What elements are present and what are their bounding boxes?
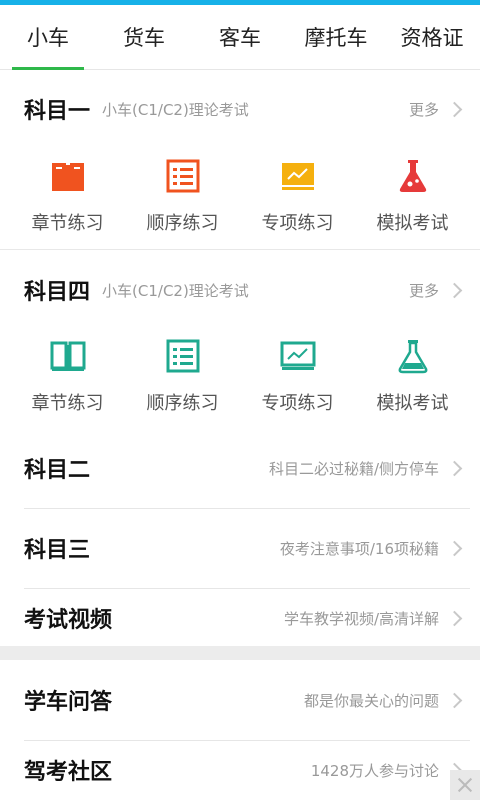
subject4-subtitle: 小车(C1/C2)理论考试 xyxy=(102,281,249,300)
subject1-chapter-practice[interactable]: 章节练习 xyxy=(10,157,125,235)
subject1-mock-exam[interactable]: 模拟考试 xyxy=(355,157,470,235)
more-label: 更多 xyxy=(408,100,439,119)
chart-board-icon xyxy=(280,341,315,370)
tab-motorcycle[interactable]: 摩托车 xyxy=(288,5,384,69)
row-subject2[interactable]: 科目二 科目二必过秘籍/侧方停车 xyxy=(24,428,463,508)
row-title: 科目三 xyxy=(24,538,91,563)
tab-label: 资格证 xyxy=(400,26,464,50)
item-label: 顺序练习 xyxy=(146,393,219,414)
list-icon xyxy=(166,159,199,193)
row-title: 考试视频 xyxy=(24,608,113,633)
row-title: 驾考社区 xyxy=(24,760,113,785)
chevron-right-icon xyxy=(446,282,463,298)
row-desc: 1428万人参与讨论 xyxy=(310,761,439,780)
subject4-grid: 章节练习 顺序练习 专项练习 模拟考试 xyxy=(10,337,470,415)
tab-label: 货车 xyxy=(123,26,165,50)
row-desc: 都是你最关心的问题 xyxy=(303,691,439,710)
subject4-title: 科目四 xyxy=(24,280,91,305)
flask-icon xyxy=(398,340,427,374)
subject4-header: 科目四 小车(C1/C2)理论考试 更多 xyxy=(24,270,463,310)
item-label: 章节练习 xyxy=(31,213,104,234)
item-label: 顺序练习 xyxy=(146,213,219,234)
subject1-subtitle: 小车(C1/C2)理论考试 xyxy=(102,100,249,119)
section-gap xyxy=(0,646,480,660)
book-icon xyxy=(50,341,85,371)
subject1-more-link[interactable]: 更多 xyxy=(408,99,463,120)
flask-icon xyxy=(399,160,426,192)
tab-label: 客车 xyxy=(219,26,261,50)
chevron-right-icon xyxy=(446,540,463,556)
item-label: 模拟考试 xyxy=(376,213,449,234)
section-divider xyxy=(0,249,480,250)
tab-label: 摩托车 xyxy=(304,26,368,50)
subject4-more-link[interactable]: 更多 xyxy=(408,280,463,301)
row-title: 科目二 xyxy=(24,458,91,483)
row-title: 学车问答 xyxy=(24,690,113,715)
item-label: 专项练习 xyxy=(261,393,334,414)
item-label: 专项练习 xyxy=(261,213,334,234)
tab-car[interactable]: 小车 xyxy=(0,5,96,70)
chevron-right-icon xyxy=(446,610,463,626)
tab-bus[interactable]: 客车 xyxy=(192,5,288,69)
subject1-special-practice[interactable]: 专项练习 xyxy=(240,157,355,235)
subject1-header: 科目一 小车(C1/C2)理论考试 更多 xyxy=(24,89,463,129)
item-label: 模拟考试 xyxy=(376,393,449,414)
item-label: 章节练习 xyxy=(31,393,104,414)
row-subject3[interactable]: 科目三 夜考注意事项/16项秘籍 xyxy=(24,508,463,588)
tab-truck[interactable]: 货车 xyxy=(96,5,192,69)
vehicle-tabs: 小车 货车 客车 摩托车 资格证 xyxy=(0,5,480,70)
tab-label: 小车 xyxy=(27,26,69,50)
subject4-special-practice[interactable]: 专项练习 xyxy=(240,337,355,415)
row-desc: 学车教学视频/高清详解 xyxy=(283,609,439,628)
row-community[interactable]: 驾考社区 1428万人参与讨论 xyxy=(24,740,463,800)
list-icon xyxy=(166,339,199,373)
close-icon[interactable] xyxy=(450,770,480,800)
active-tab-indicator xyxy=(12,67,84,70)
subject4-sequential-practice[interactable]: 顺序练习 xyxy=(125,337,240,415)
more-label: 更多 xyxy=(408,281,439,300)
row-exam-video[interactable]: 考试视频 学车教学视频/高清详解 xyxy=(24,588,463,648)
subject1-grid: 章节练习 顺序练习 专项练习 模拟考试 xyxy=(10,157,470,235)
chevron-right-icon xyxy=(446,460,463,476)
tab-qualification[interactable]: 资格证 xyxy=(384,5,480,69)
subject4-mock-exam[interactable]: 模拟考试 xyxy=(355,337,470,415)
book-icon xyxy=(51,163,84,191)
chevron-right-icon xyxy=(446,692,463,708)
chart-board-icon xyxy=(281,163,314,190)
row-desc: 科目二必过秘籍/侧方停车 xyxy=(268,459,439,478)
row-desc: 夜考注意事项/16项秘籍 xyxy=(279,539,439,558)
subject4-chapter-practice[interactable]: 章节练习 xyxy=(10,337,125,415)
subject1-sequential-practice[interactable]: 顺序练习 xyxy=(125,157,240,235)
row-qa[interactable]: 学车问答 都是你最关心的问题 xyxy=(24,660,463,740)
subject1-title: 科目一 xyxy=(24,99,91,124)
chevron-right-icon xyxy=(446,101,463,117)
